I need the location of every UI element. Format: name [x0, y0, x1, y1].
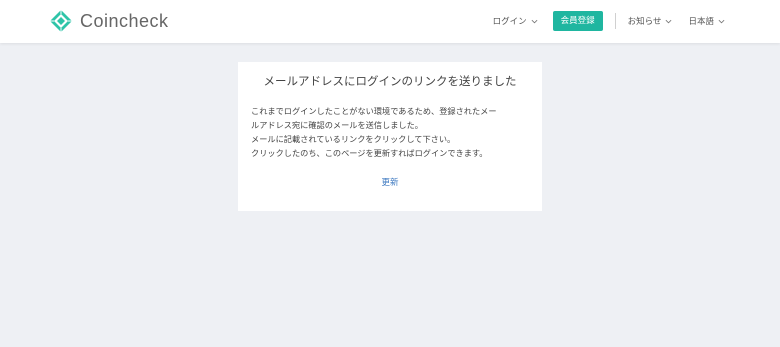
language-menu[interactable]: 日本語: [688, 15, 725, 27]
chevron-down-icon: [666, 19, 672, 23]
card-message: これまでログインしたことがない環境であるため、登録されたメー ルアドレス宛に確認…: [251, 104, 533, 160]
nav-divider: [614, 13, 616, 29]
header: Coincheck ログイン 会員登録 お知らせ 日本語: [0, 0, 780, 43]
message-line: クリックしたのち、このページを更新すればログインできます。: [251, 148, 488, 158]
brand-name: Coincheck: [80, 10, 169, 31]
refresh-link[interactable]: 更新: [238, 176, 542, 188]
coincheck-diamond-icon: [49, 9, 73, 33]
login-label: ログイン: [492, 17, 527, 27]
login-link-sent-card: メールアドレスにログインのリンクを送りました これまでログインしたことがない環境…: [238, 62, 542, 211]
language-label: 日本語: [688, 17, 714, 27]
news-label: お知らせ: [627, 17, 662, 27]
message-line: ルアドレス宛に確認のメールを送信しました。: [251, 120, 423, 130]
top-nav: ログイン 会員登録 お知らせ 日本語: [493, 10, 725, 32]
chevron-down-icon: [531, 19, 538, 23]
register-button[interactable]: 会員登録: [552, 11, 603, 31]
card-title: メールアドレスにログインのリンクを送りました: [263, 74, 517, 88]
brand-logo[interactable]: Coincheck: [49, 9, 169, 33]
message-line: これまでログインしたことがない環境であるため、登録されたメー: [251, 106, 497, 116]
chevron-down-icon: [718, 19, 725, 23]
login-menu[interactable]: ログイン: [493, 15, 538, 27]
message-line: メールに記載されているリンクをクリックして下さい。: [251, 134, 456, 144]
news-menu[interactable]: お知らせ: [628, 15, 673, 27]
